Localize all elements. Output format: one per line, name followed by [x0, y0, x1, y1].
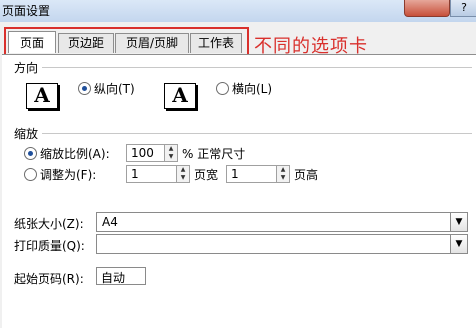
- adjust-to-radio[interactable]: [24, 147, 37, 160]
- portrait-radio[interactable]: [78, 82, 91, 95]
- pages-tall-value: 1: [231, 167, 239, 181]
- scale-percent-value: 100: [131, 146, 154, 160]
- pages-tall-suffix: 页高: [294, 168, 319, 182]
- stepper-arrows-icon[interactable]: ▲ ▼: [164, 145, 177, 161]
- chevron-down-icon[interactable]: ▼: [450, 213, 467, 231]
- fit-to-label[interactable]: 调整为(F):: [40, 166, 96, 183]
- pages-wide-suffix: 页宽: [194, 168, 219, 182]
- pages-tall-stepper[interactable]: 1 ▲ ▼: [226, 165, 290, 183]
- paper-size-label: 纸张大小(Z):: [14, 217, 84, 231]
- orientation-divider: [42, 67, 472, 68]
- stepper-arrows-icon[interactable]: ▲ ▼: [176, 166, 189, 182]
- first-page-label: 起始页码(R):: [14, 272, 84, 286]
- pages-wide-value: 1: [131, 167, 139, 181]
- landscape-label[interactable]: 横向(L): [232, 80, 272, 97]
- paper-size-select[interactable]: A4 ▼: [96, 212, 468, 232]
- portrait-page-icon: A: [26, 83, 58, 109]
- portrait-label[interactable]: 纵向(T): [94, 80, 135, 97]
- percent-suffix: % 正常尺寸: [182, 147, 246, 161]
- first-page-value: 自动: [101, 271, 126, 285]
- stepper-arrows-icon[interactable]: ▲ ▼: [276, 166, 289, 182]
- scale-percent-stepper[interactable]: 100 ▲ ▼: [126, 144, 178, 162]
- print-quality-select[interactable]: ▼: [96, 234, 468, 254]
- first-page-input[interactable]: 自动: [96, 267, 146, 285]
- page-tab-panel: 方向 A 纵向(T) A 横向(L) 缩放 缩放比例(A): 100 ▲ ▼ % …: [2, 54, 476, 328]
- scaling-divider: [42, 133, 472, 134]
- fit-to-radio[interactable]: [24, 168, 37, 181]
- title-bar: 页面设置 ?: [0, 0, 476, 22]
- chevron-down-icon[interactable]: ▼: [450, 235, 467, 253]
- paper-size-value: A4: [102, 215, 118, 229]
- pages-wide-stepper[interactable]: 1 ▲ ▼: [126, 165, 190, 183]
- scaling-heading: 缩放: [14, 127, 39, 141]
- print-quality-label: 打印质量(Q):: [14, 239, 85, 253]
- window-title: 页面设置: [2, 4, 51, 18]
- landscape-page-icon: A: [164, 83, 196, 109]
- adjust-to-label[interactable]: 缩放比例(A):: [40, 145, 110, 162]
- help-button[interactable]: ?: [450, 0, 476, 17]
- landscape-radio[interactable]: [216, 82, 229, 95]
- close-button[interactable]: [404, 0, 450, 17]
- orientation-heading: 方向: [14, 61, 39, 75]
